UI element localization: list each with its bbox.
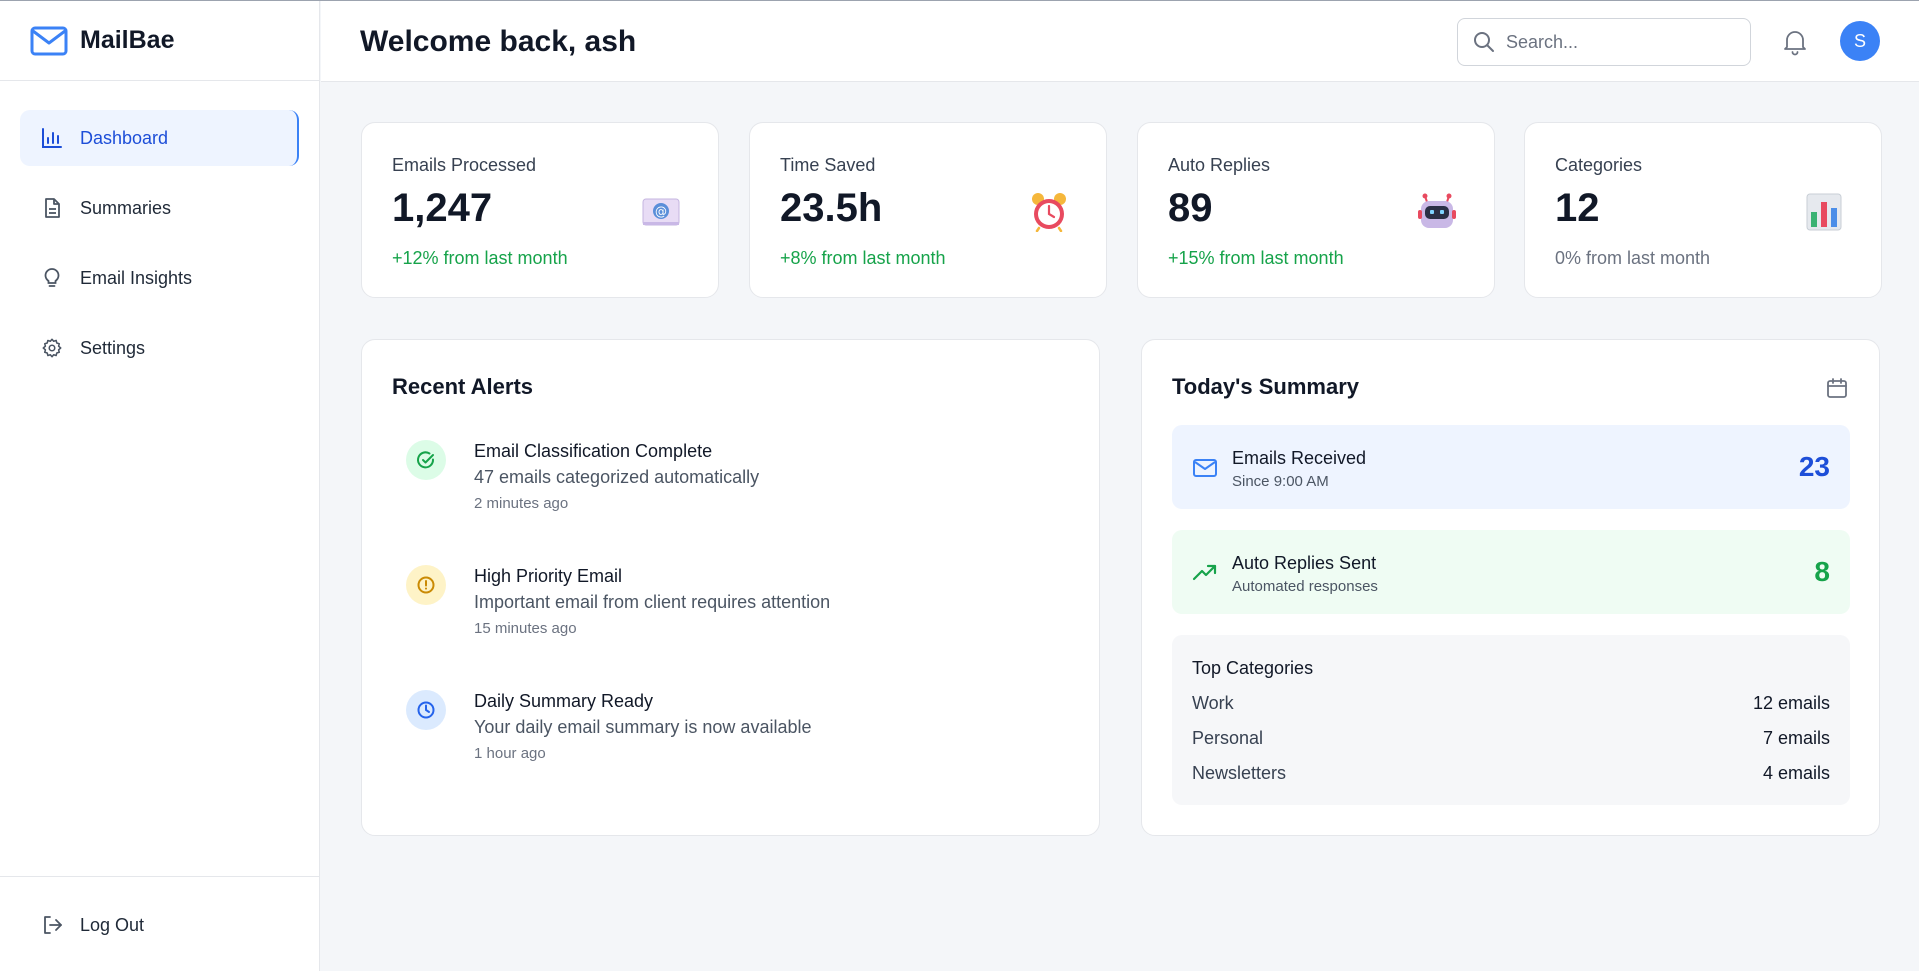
sidebar-item-label: Dashboard bbox=[80, 127, 169, 148]
auto-replies-card[interactable]: Auto Replies Sent Automated responses 8 bbox=[1172, 530, 1850, 614]
email-at-icon: @ bbox=[640, 191, 682, 233]
search-box[interactable] bbox=[1457, 18, 1751, 66]
summary-title: Emails Received bbox=[1232, 448, 1367, 468]
category-count: 12 emails bbox=[1752, 693, 1830, 713]
stat-label: Categories bbox=[1555, 155, 1643, 175]
sidebar-item-settings[interactable]: Settings bbox=[20, 320, 299, 376]
sidebar-item-label: Email Insights bbox=[80, 267, 193, 288]
alert-time: 1 hour ago bbox=[474, 745, 546, 762]
panel-title: Today's Summary bbox=[1172, 374, 1359, 399]
stat-delta: +12% from last month bbox=[392, 248, 568, 268]
sidebar-item-summaries[interactable]: Summaries bbox=[20, 180, 299, 236]
alert-circle-icon bbox=[406, 565, 446, 605]
gear-icon bbox=[40, 336, 64, 360]
alert-time: 15 minutes ago bbox=[474, 620, 577, 637]
avatar[interactable]: S bbox=[1840, 21, 1880, 61]
alert-text: Email Classification Complete 47 emails … bbox=[474, 441, 759, 512]
top-categories-title: Top Categories bbox=[1192, 658, 1314, 678]
summary-subtitle: Automated responses bbox=[1232, 578, 1378, 595]
top-header: Welcome back, ash S bbox=[321, 1, 1919, 82]
sidebar-item-email-insights[interactable]: Email Insights bbox=[20, 250, 299, 306]
lightbulb-icon bbox=[40, 266, 64, 290]
alert-description: Important email from client requires att… bbox=[474, 592, 831, 612]
trending-up-icon bbox=[1192, 564, 1217, 581]
alert-time: 2 minutes ago bbox=[474, 495, 569, 512]
category-name: Newsletters bbox=[1192, 763, 1287, 783]
alert-title: Email Classification Complete bbox=[474, 441, 713, 461]
search-input[interactable] bbox=[1506, 31, 1736, 53]
search-icon bbox=[1474, 32, 1494, 52]
mail-icon bbox=[1193, 459, 1217, 477]
alert-description: 47 emails categorized automatically bbox=[474, 467, 760, 487]
summary-title: Auto Replies Sent bbox=[1232, 553, 1377, 573]
alert-title: High Priority Email bbox=[474, 566, 623, 586]
document-icon bbox=[40, 196, 64, 220]
sidebar-item-label: Summaries bbox=[80, 197, 172, 218]
category-count: 7 emails bbox=[1762, 728, 1830, 748]
stat-delta: +8% from last month bbox=[780, 248, 946, 268]
alert-text: High Priority Email Important email from… bbox=[474, 566, 830, 637]
logout-label: Log Out bbox=[80, 914, 145, 935]
category-row: Work 12 emails bbox=[1192, 693, 1830, 714]
alert-description: Your daily email summary is now availabl… bbox=[474, 717, 812, 737]
stat-card-time-saved: Time Saved 23.5h +8% from last month bbox=[749, 122, 1107, 298]
alert-title: Daily Summary Ready bbox=[474, 691, 654, 711]
todays-summary-panel: Today's Summary Emails Received Since 9:… bbox=[1141, 339, 1880, 836]
sidebar-nav: Dashboard Summaries Email Insights Setti… bbox=[0, 81, 319, 376]
brand-name: MailBae bbox=[80, 26, 175, 54]
alarm-clock-icon bbox=[1028, 191, 1070, 233]
stat-delta: +15% from last month bbox=[1168, 248, 1344, 268]
panel-title: Recent Alerts bbox=[392, 374, 534, 399]
stat-label: Auto Replies bbox=[1168, 155, 1271, 175]
mail-logo-icon bbox=[30, 26, 68, 55]
summary-count: 8 bbox=[1814, 556, 1830, 587]
sidebar-item-dashboard[interactable]: Dashboard bbox=[20, 110, 299, 166]
bar-chart-emoji-icon bbox=[1803, 191, 1845, 233]
alert-text: Daily Summary Ready Your daily email sum… bbox=[474, 691, 811, 762]
summary-count: 23 bbox=[1798, 451, 1830, 482]
recent-alerts-panel: Recent Alerts Email Classification Compl… bbox=[361, 339, 1100, 836]
stat-card-emails-processed: Emails Processed 1,247 +12% from last mo… bbox=[361, 122, 719, 298]
brand: MailBae bbox=[0, 1, 319, 81]
page-title: Welcome back, ash bbox=[360, 25, 637, 58]
robot-icon bbox=[1416, 191, 1458, 233]
check-circle-icon bbox=[406, 440, 446, 480]
stat-card-auto-replies: Auto Replies 89 +15% from last month bbox=[1137, 122, 1495, 298]
category-count: 4 emails bbox=[1762, 763, 1830, 783]
sidebar-footer: Log Out bbox=[0, 876, 320, 971]
category-name: Personal bbox=[1192, 728, 1264, 748]
stat-delta: 0% from last month bbox=[1555, 248, 1711, 268]
bar-chart-icon bbox=[40, 126, 64, 150]
bell-icon[interactable] bbox=[1780, 27, 1810, 57]
stat-label: Emails Processed bbox=[392, 155, 537, 175]
summary-subtitle: Since 9:00 AM bbox=[1232, 473, 1329, 490]
stat-label: Time Saved bbox=[780, 155, 876, 175]
category-row: Newsletters 4 emails bbox=[1192, 763, 1830, 784]
logout-button[interactable]: Log Out bbox=[20, 897, 300, 953]
stat-card-categories: Categories 12 0% from last month bbox=[1524, 122, 1882, 298]
clock-icon bbox=[406, 690, 446, 730]
sidebar-item-label: Settings bbox=[80, 337, 146, 358]
svg-text:@: @ bbox=[655, 205, 667, 219]
category-name: Work bbox=[1192, 693, 1234, 713]
category-row: Personal 7 emails bbox=[1192, 728, 1830, 749]
calendar-icon[interactable] bbox=[1825, 376, 1849, 400]
logout-icon bbox=[40, 913, 64, 937]
top-categories-card: Top Categories Work 12 emails Personal 7… bbox=[1172, 635, 1850, 805]
emails-received-card[interactable]: Emails Received Since 9:00 AM 23 bbox=[1172, 425, 1850, 509]
sidebar: MailBae Dashboard Summaries Email Insigh… bbox=[0, 1, 320, 971]
